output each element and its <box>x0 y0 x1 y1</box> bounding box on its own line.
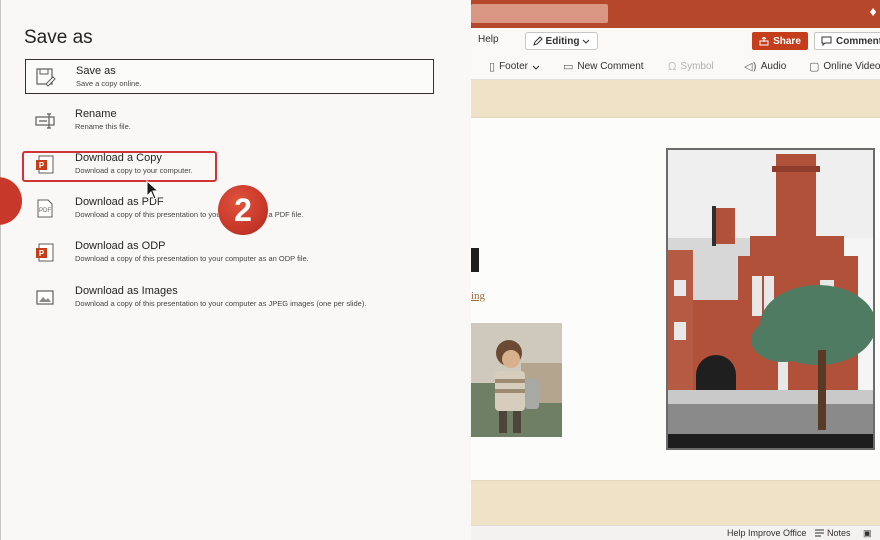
ribbon-tabs: Help Editing Share Comments <box>471 28 880 54</box>
option-description: Download a copy of this presentation to … <box>75 299 367 308</box>
building-illustration-image <box>668 150 873 448</box>
view-normal-icon[interactable]: ▣ <box>863 528 872 539</box>
odp-icon: P <box>36 243 54 262</box>
slide-canvas: ing <box>471 80 880 525</box>
new-comment-button[interactable]: ▭ New Comment <box>563 60 644 73</box>
share-label: Share <box>773 35 801 47</box>
status-bar: Help Improve Office Notes ▣ <box>471 525 880 540</box>
slide-title-fragment <box>471 248 479 272</box>
footer-icon: ▯ <box>489 60 496 73</box>
audio-icon: ◁) <box>744 60 757 73</box>
comment-icon: ▭ <box>563 60 574 73</box>
slide-link-fragment[interactable]: ing <box>471 290 485 302</box>
pdf-icon: PDF <box>37 199 53 218</box>
chevron-down-icon <box>532 65 540 70</box>
audio-button[interactable]: ◁) Audio <box>744 60 786 73</box>
premium-diamond-icon[interactable]: ♦ <box>868 6 878 19</box>
mouse-cursor-icon <box>146 180 160 200</box>
panel-title: Save as <box>24 27 93 48</box>
option-description: Download a copy of this presentation to … <box>75 254 309 263</box>
video-icon: ▢ <box>809 60 820 73</box>
tab-help[interactable]: Help <box>478 34 499 45</box>
save-as-option[interactable]: Save as Save a copy online. <box>25 59 434 94</box>
rename-option[interactable]: Rename Rename this file. <box>25 103 434 138</box>
comments-label: Comments <box>836 35 880 47</box>
download-as-odp-option[interactable]: P Download as ODP Download a copy of thi… <box>25 235 434 270</box>
download-copy-highlight <box>22 151 217 182</box>
footer-button[interactable]: ▯ Footer <box>489 60 540 73</box>
svg-text:PDF: PDF <box>39 208 51 214</box>
image-icon <box>36 290 54 305</box>
step-badge: 2 <box>218 185 268 235</box>
panel-left-edge <box>0 0 1 540</box>
option-label: Download as Images <box>75 285 178 297</box>
share-icon <box>759 36 769 45</box>
pencil-icon <box>532 36 543 46</box>
ribbon-commands: ▯ Footer ▭ New Comment Ω Symbol ◁) Audio… <box>471 54 880 80</box>
footer-label: Footer <box>499 61 528 72</box>
slide[interactable]: ing <box>471 118 880 480</box>
comment-bubble-icon <box>821 36 832 46</box>
omega-icon: Ω <box>668 60 677 73</box>
notes-label: Notes <box>827 528 851 538</box>
option-description: Download a copy of this presentation to … <box>75 210 304 219</box>
option-description: Save a copy online. <box>76 79 142 88</box>
powerpoint-editor: ♦ Help Editing Share Comments ▯ Footer ▭… <box>471 0 880 540</box>
child-photo-image <box>471 323 562 437</box>
save-as-panel: Save as Save as Save a copy online. Rena… <box>0 0 471 540</box>
help-improve-office-link[interactable]: Help Improve Office <box>727 528 806 538</box>
audio-label: Audio <box>760 61 787 72</box>
option-label: Rename <box>75 108 117 120</box>
slide-building-illustration[interactable] <box>666 148 875 450</box>
option-label: Download as ODP <box>75 240 166 252</box>
option-description: Rename this file. <box>75 122 131 131</box>
editing-label: Editing <box>545 35 580 47</box>
online-video-button[interactable]: ▢ Online Video <box>809 60 880 73</box>
share-button[interactable]: Share <box>752 32 808 50</box>
new-comment-label: New Comment <box>577 61 644 72</box>
title-bar: ♦ <box>471 0 880 28</box>
option-label: Save as <box>76 65 116 77</box>
comments-button[interactable]: Comments <box>814 32 880 50</box>
rename-icon <box>35 113 55 129</box>
step-badge-previous <box>0 177 22 225</box>
slide-photo-child[interactable] <box>471 323 562 437</box>
notes-button[interactable]: Notes <box>815 528 851 538</box>
chevron-down-icon <box>583 39 590 44</box>
editing-mode-button[interactable]: Editing <box>525 32 598 50</box>
online-video-label: Online Video <box>823 61 880 72</box>
notes-icon <box>815 529 824 537</box>
download-as-images-option[interactable]: Download as Images Download a copy of th… <box>25 280 434 315</box>
save-as-icon <box>36 68 56 87</box>
symbol-label: Symbol <box>680 61 714 72</box>
symbol-button[interactable]: Ω Symbol <box>668 60 714 73</box>
search-box[interactable] <box>471 4 608 23</box>
svg-text:P: P <box>39 249 45 258</box>
